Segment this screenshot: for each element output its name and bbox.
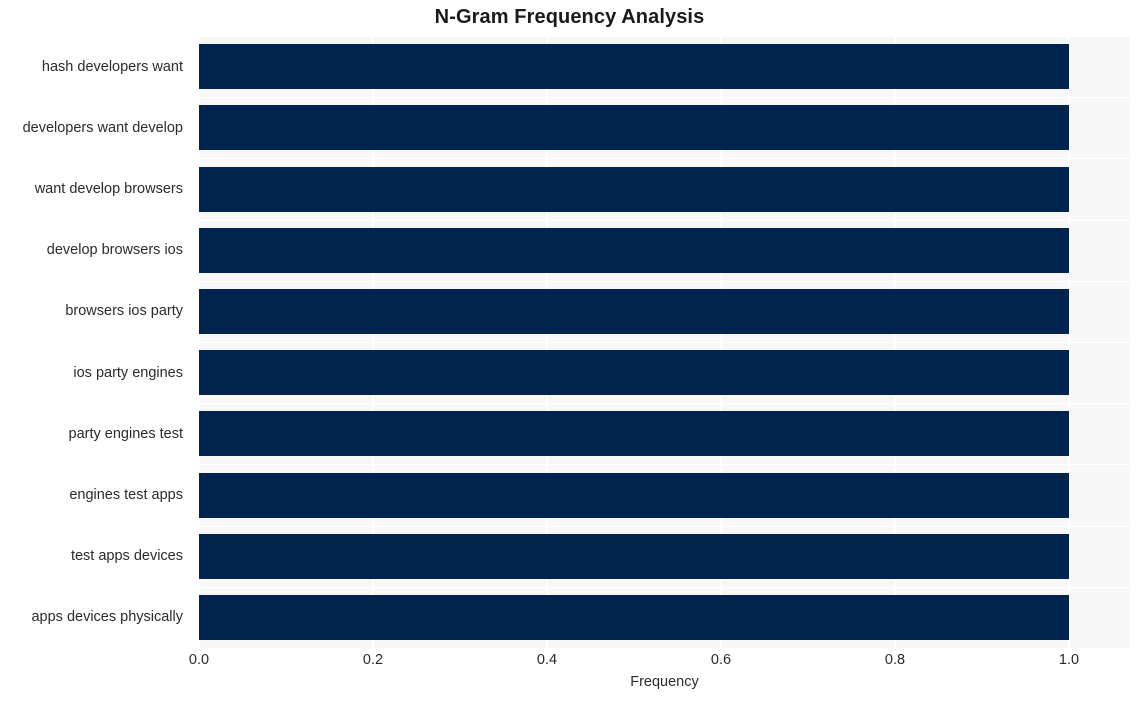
x-axis-tick-label: 0.6: [710, 652, 732, 668]
y-axis-tick-label: want develop browsers: [34, 181, 183, 197]
bar: [199, 44, 1069, 89]
x-axis-title: Frequency: [630, 674, 699, 690]
y-axis-tick-label: engines test apps: [69, 487, 183, 503]
y-axis-tick-label: hash developers want: [41, 59, 183, 75]
plot-area: [199, 36, 1130, 648]
x-axis-tick-labels: 0.0 0.2 0.4 0.6 0.8 1.0: [189, 652, 1130, 674]
x-axis-tick-label: 0.4: [536, 652, 558, 668]
y-axis-tick-label: test apps devices: [70, 548, 183, 564]
y-axis-tick-label: apps devices physically: [31, 609, 183, 625]
bar: [199, 534, 1069, 579]
y-axis-tick-label: developers want develop: [22, 120, 183, 136]
chart-title: N-Gram Frequency Analysis: [434, 6, 705, 28]
bar: [199, 411, 1069, 456]
bar: [199, 228, 1069, 273]
y-axis-tick-label: party engines test: [68, 426, 183, 442]
x-axis-tick-label: 0.8: [884, 652, 906, 668]
bar: [199, 350, 1069, 395]
bar: [199, 595, 1069, 640]
y-axis-tick-label: browsers ios party: [65, 303, 183, 319]
y-axis-tick-label: develop browsers ios: [46, 242, 183, 258]
x-axis-tick-label: 0.0: [188, 652, 210, 668]
chart-figure: N-Gram Frequency Analysis hash developer…: [0, 0, 1139, 701]
bar-series: [199, 36, 1130, 648]
y-axis-tick-labels: hash developers want developers want deve…: [0, 36, 191, 648]
x-axis-tick-label: 0.2: [362, 652, 384, 668]
bar: [199, 289, 1069, 334]
x-axis-tick-label: 1.0: [1058, 652, 1080, 668]
bar: [199, 105, 1069, 150]
bar: [199, 473, 1069, 518]
y-axis-tick-label: ios party engines: [73, 365, 183, 381]
bar: [199, 167, 1069, 212]
